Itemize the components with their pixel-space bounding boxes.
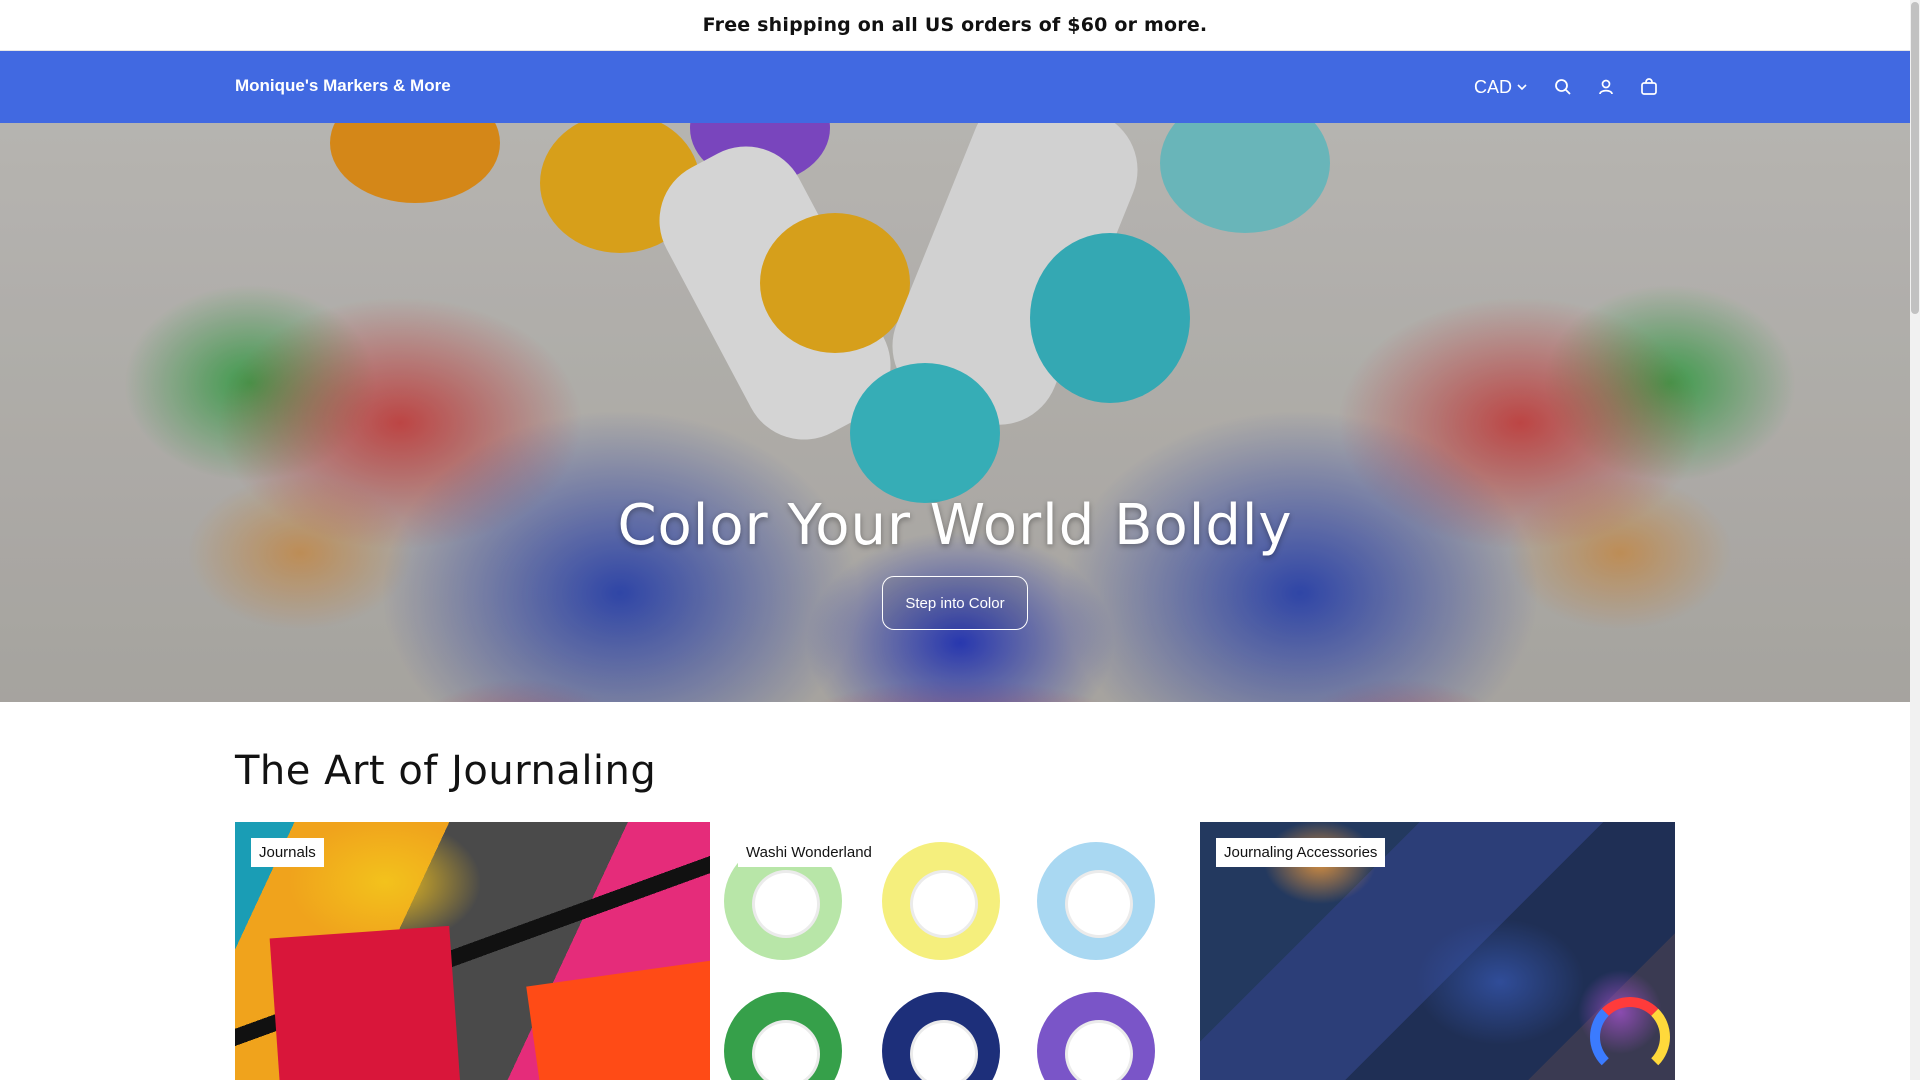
chevron-down-icon (1517, 84, 1527, 91)
hero-title: Color Your World Boldly (617, 493, 1293, 558)
currency-label: CAD (1473, 76, 1512, 97)
step-into-color-button[interactable]: Step into Color (882, 576, 1028, 630)
journal-image (269, 925, 461, 1080)
collection-card-journaling-accessories[interactable]: Journaling Accessories (1200, 822, 1675, 1080)
account-button[interactable] (1588, 69, 1624, 105)
washi-tape-image (724, 992, 842, 1080)
site-header: Monique's Markers & More CAD (0, 51, 1910, 123)
collection-label: Washi Wonderland (738, 838, 880, 867)
cart-icon (1641, 78, 1657, 95)
search-button[interactable] (1545, 69, 1581, 105)
collection-label: Journals (251, 838, 324, 867)
header-actions: CAD (1474, 69, 1667, 105)
journal-image (526, 958, 710, 1080)
washi-tape-image (1037, 992, 1155, 1080)
collection-label: Journaling Accessories (1216, 838, 1386, 867)
account-icon (1599, 79, 1613, 95)
currency-selector[interactable]: CAD (1474, 77, 1528, 98)
hero-banner: Color Your World Boldly Step into Color (0, 123, 1910, 702)
rainbow-image (1590, 997, 1670, 1077)
washi-tape-image (882, 842, 1000, 960)
announcement-text: Free shipping on all US orders of $60 or… (702, 14, 1208, 36)
page-scrollbar[interactable] (1910, 0, 1920, 1080)
section-title: The Art of Journaling (235, 748, 657, 794)
store-logo[interactable]: Monique's Markers & More (235, 76, 451, 96)
collection-card-journals[interactable]: Journals (235, 822, 710, 1080)
search-icon (1555, 79, 1571, 95)
scrollbar-thumb[interactable] (1911, 2, 1919, 314)
washi-tape-image (882, 992, 1000, 1080)
washi-tape-image (1037, 842, 1155, 960)
cart-button[interactable] (1631, 69, 1667, 105)
announcement-bar: Free shipping on all US orders of $60 or… (0, 0, 1910, 51)
collection-card-washi-wonderland[interactable]: Washi Wonderland (722, 822, 1197, 1080)
